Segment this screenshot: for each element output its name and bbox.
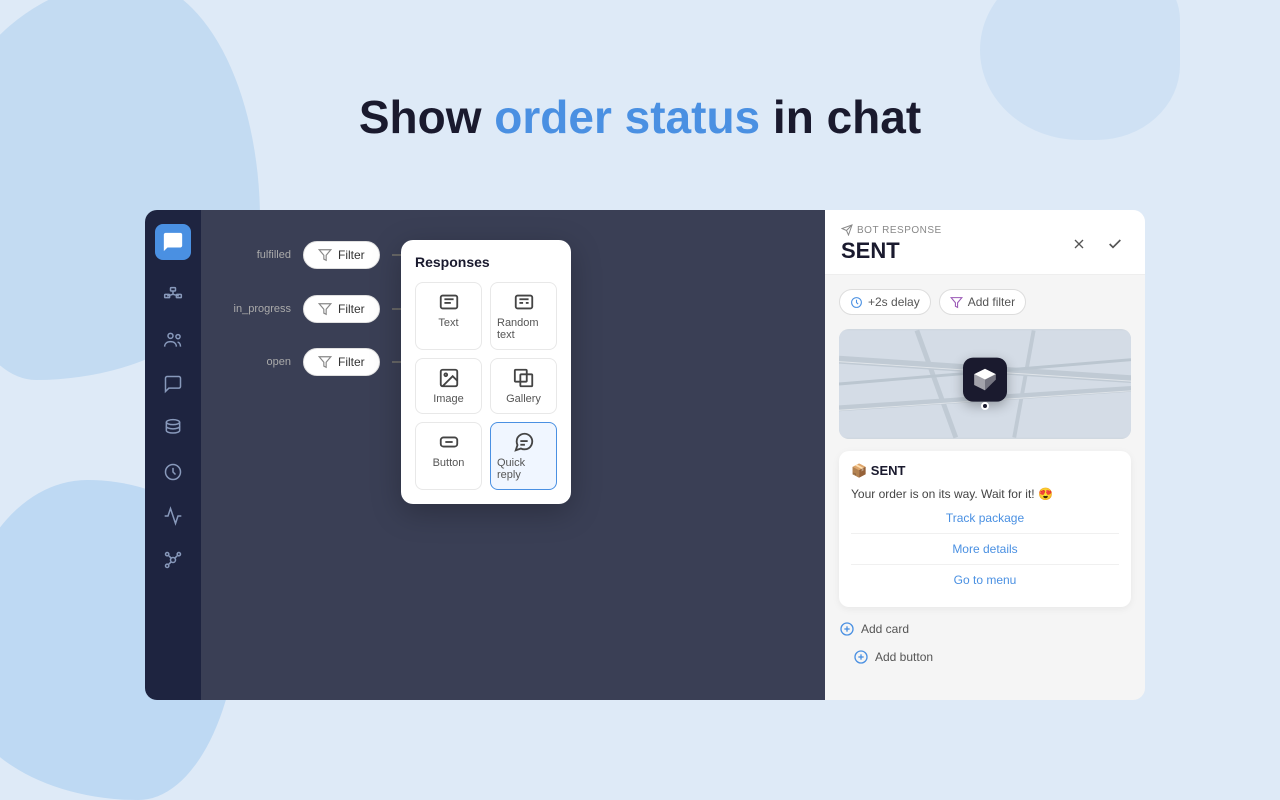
text-icon xyxy=(438,291,460,313)
headline: Show order status in chat xyxy=(0,90,1280,144)
bot-response-tag: BOT RESPONSE xyxy=(841,224,942,236)
bot-response-name: SENT xyxy=(841,238,942,264)
clock-icon xyxy=(163,462,183,482)
sidebar-item-clock[interactable] xyxy=(155,454,191,490)
gallery-icon xyxy=(513,367,535,389)
map-card xyxy=(839,329,1131,439)
close-button[interactable] xyxy=(1065,230,1093,258)
ui-container: fulfilled Filter Bot response in_progres… xyxy=(145,210,1145,700)
response-gallery-label: Gallery xyxy=(506,393,541,405)
filter-label-open: Filter xyxy=(338,355,365,369)
bot-response-panel: BOT RESPONSE SENT +2s delay xyxy=(825,210,1145,700)
filter-icon xyxy=(318,248,332,262)
sidebar-logo[interactable] xyxy=(155,224,191,260)
response-item-random-text[interactable]: Random text xyxy=(490,282,557,350)
filter-node-open[interactable]: Filter xyxy=(303,348,380,376)
send-tag-icon xyxy=(841,224,853,236)
filter-label-inprogress: Filter xyxy=(338,302,365,316)
sidebar-item-bubbles[interactable] xyxy=(155,366,191,402)
sidebar-item-analytics[interactable] xyxy=(155,498,191,534)
image-icon xyxy=(438,367,460,389)
message-card: 📦 SENT Your order is on its way. Wait fo… xyxy=(839,451,1131,607)
message-title: 📦 SENT xyxy=(851,463,1119,479)
action-buttons: Track package More details Go to menu xyxy=(851,503,1119,595)
bot-response-title-area: BOT RESPONSE SENT xyxy=(841,224,942,264)
headline-part1: Show xyxy=(359,91,494,143)
sidebar-item-hierarchy[interactable] xyxy=(155,278,191,314)
analytics-icon xyxy=(163,506,183,526)
add-card-button[interactable]: Add card xyxy=(839,617,1131,641)
message-body: Your order is on its way. Wait for it! 😍 xyxy=(851,485,1119,503)
map-pin xyxy=(963,358,1007,402)
map-dot xyxy=(981,402,989,410)
sidebar xyxy=(145,210,201,700)
filter-chip-icon xyxy=(950,296,963,309)
bot-header-actions xyxy=(1065,230,1129,258)
database-icon xyxy=(163,418,183,438)
action-chips: +2s delay Add filter xyxy=(839,289,1131,315)
action-btn-track[interactable]: Track package xyxy=(851,503,1119,533)
hierarchy-icon xyxy=(163,286,183,306)
quick-reply-icon xyxy=(513,431,535,453)
canvas-area: fulfilled Filter Bot response in_progres… xyxy=(201,210,825,700)
response-item-text[interactable]: Text xyxy=(415,282,482,350)
action-btn-more[interactable]: More details xyxy=(851,533,1119,564)
users-icon xyxy=(163,330,183,350)
add-filter-chip[interactable]: Add filter xyxy=(939,289,1026,315)
map-background xyxy=(839,329,1131,439)
add-button-icon xyxy=(853,649,869,665)
flow-label-inprogress: in_progress xyxy=(221,303,291,315)
bubbles-icon xyxy=(163,374,183,394)
response-item-quick-reply[interactable]: Quick reply xyxy=(490,422,557,490)
response-random-text-label: Random text xyxy=(497,317,550,341)
filter-label-fulfilled: Filter xyxy=(338,248,365,262)
response-button-label: Button xyxy=(433,457,465,469)
responses-popup: Responses Text Random text xyxy=(401,240,571,504)
package-icon xyxy=(972,367,998,393)
response-item-image[interactable]: Image xyxy=(415,358,482,414)
response-item-gallery[interactable]: Gallery xyxy=(490,358,557,414)
filter-node-inprogress[interactable]: Filter xyxy=(303,295,380,323)
check-icon xyxy=(1107,236,1123,252)
response-image-label: Image xyxy=(433,393,464,405)
response-text-label: Text xyxy=(438,317,458,329)
filter-icon-open xyxy=(318,355,332,369)
add-card-icon xyxy=(839,621,855,637)
responses-title: Responses xyxy=(415,254,557,270)
headline-highlight: order status xyxy=(494,91,760,143)
confirm-button[interactable] xyxy=(1101,230,1129,258)
sidebar-item-users[interactable] xyxy=(155,322,191,358)
filter-node-fulfilled[interactable]: Filter xyxy=(303,241,380,269)
bot-response-header: BOT RESPONSE SENT xyxy=(825,210,1145,275)
responses-grid: Text Random text Image xyxy=(415,282,557,490)
chat-logo-icon xyxy=(162,231,184,253)
flow-label-open: open xyxy=(221,356,291,368)
random-text-icon xyxy=(513,291,535,313)
connections-icon xyxy=(163,550,183,570)
clock-chip-icon xyxy=(850,296,863,309)
flow-label-fulfilled: fulfilled xyxy=(221,249,291,261)
sidebar-item-connections[interactable] xyxy=(155,542,191,578)
message-section: 📦 SENT Your order is on its way. Wait fo… xyxy=(839,451,1131,641)
close-icon xyxy=(1071,236,1087,252)
delay-chip[interactable]: +2s delay xyxy=(839,289,931,315)
headline-part2: in chat xyxy=(760,91,921,143)
button-icon xyxy=(438,431,460,453)
response-item-button[interactable]: Button xyxy=(415,422,482,490)
action-btn-menu[interactable]: Go to menu xyxy=(851,564,1119,595)
bot-response-body: +2s delay Add filter xyxy=(825,275,1145,700)
response-quick-reply-label: Quick reply xyxy=(497,457,550,481)
add-button-label: Add button xyxy=(875,650,933,664)
add-card-label: Add card xyxy=(861,622,909,636)
sidebar-item-database[interactable] xyxy=(155,410,191,446)
filter-icon-inprogress xyxy=(318,302,332,316)
add-button-row[interactable]: Add button xyxy=(839,641,1131,673)
